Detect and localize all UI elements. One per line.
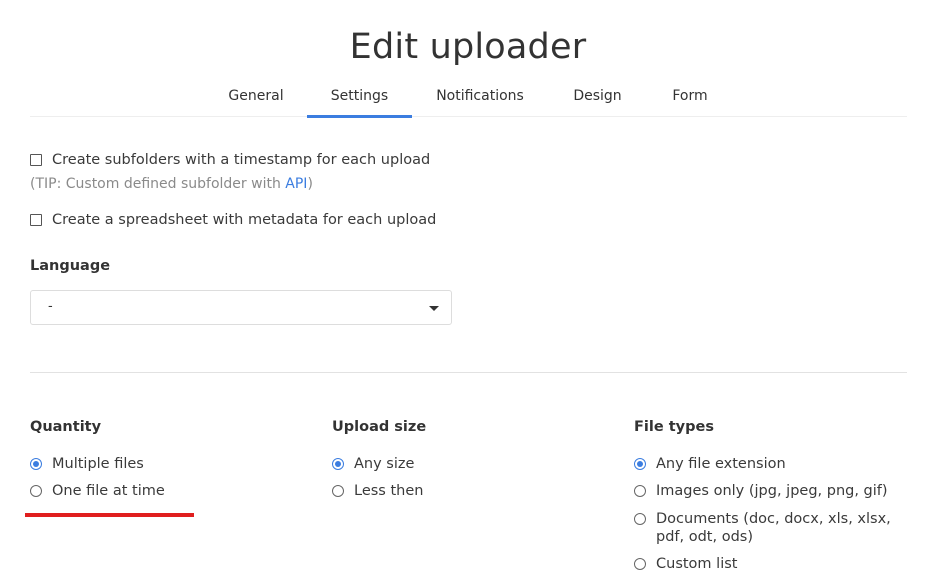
upload-size-option-less[interactable]: Less then <box>332 482 423 500</box>
radio-unchecked-icon[interactable] <box>634 485 646 497</box>
file-types-option-custom[interactable]: Custom list <box>634 555 737 573</box>
tip-text: (TIP: Custom defined subfolder with API) <box>30 176 313 192</box>
quantity-option-single[interactable]: One file at time <box>30 482 165 500</box>
spreadsheet-option[interactable]: Create a spreadsheet with metadata for e… <box>30 212 436 228</box>
tab-bar: General Settings Notifications Design Fo… <box>30 80 907 118</box>
page-title: Edit uploader <box>349 27 587 68</box>
quantity-option-multiple[interactable]: Multiple files <box>30 455 144 473</box>
file-types-option-any[interactable]: Any file extension <box>634 455 786 473</box>
annotation-underline <box>25 513 194 517</box>
subfolders-option[interactable]: Create subfolders with a timestamp for e… <box>30 152 430 168</box>
radio-unchecked-icon[interactable] <box>634 513 646 525</box>
radio-unchecked-icon[interactable] <box>634 558 646 570</box>
upload-size-label: Upload size <box>332 419 427 435</box>
radio-unchecked-icon[interactable] <box>30 485 42 497</box>
api-link[interactable]: API <box>285 176 307 192</box>
language-label: Language <box>30 258 111 274</box>
subfolders-label: Create subfolders with a timestamp for e… <box>52 152 431 168</box>
tab-settings[interactable]: Settings <box>307 88 412 118</box>
caret-down-icon <box>429 306 439 311</box>
option-label: Less then <box>354 483 424 499</box>
option-label: Documents (doc, docx, xls, xlsx, pdf, od… <box>656 511 891 545</box>
radio-checked-icon[interactable] <box>634 458 646 470</box>
spreadsheet-checkbox[interactable] <box>30 214 42 226</box>
tip-prefix: (TIP: Custom defined subfolder with <box>30 176 286 192</box>
upload-size-option-any[interactable]: Any size <box>332 455 414 473</box>
file-types-option-images[interactable]: Images only (jpg, jpeg, png, gif) <box>634 482 888 500</box>
option-label: Any size <box>354 456 415 472</box>
tab-notifications[interactable]: Notifications <box>435 88 525 115</box>
subfolders-checkbox[interactable] <box>30 154 42 166</box>
tip-suffix: ) <box>307 176 313 192</box>
tab-design[interactable]: Design <box>570 88 625 115</box>
tab-form[interactable]: Form <box>670 88 710 115</box>
section-divider <box>30 372 907 373</box>
quantity-label: Quantity <box>30 419 102 435</box>
option-label: Multiple files <box>52 456 144 472</box>
spreadsheet-label: Create a spreadsheet with metadata for e… <box>52 212 437 228</box>
radio-checked-icon[interactable] <box>30 458 42 470</box>
radio-unchecked-icon[interactable] <box>332 485 344 497</box>
option-label: Custom list <box>656 556 738 572</box>
language-select[interactable]: - <box>30 290 452 325</box>
option-label: One file at time <box>52 483 165 499</box>
option-label: Images only (jpg, jpeg, png, gif) <box>656 483 888 499</box>
tab-general[interactable]: General <box>226 88 286 115</box>
file-types-label: File types <box>634 419 714 435</box>
radio-checked-icon[interactable] <box>332 458 344 470</box>
file-types-option-documents[interactable]: Documents (doc, docx, xls, xlsx, pdf, od… <box>634 510 904 546</box>
language-value: - <box>48 299 53 314</box>
option-label: Any file extension <box>656 456 786 472</box>
